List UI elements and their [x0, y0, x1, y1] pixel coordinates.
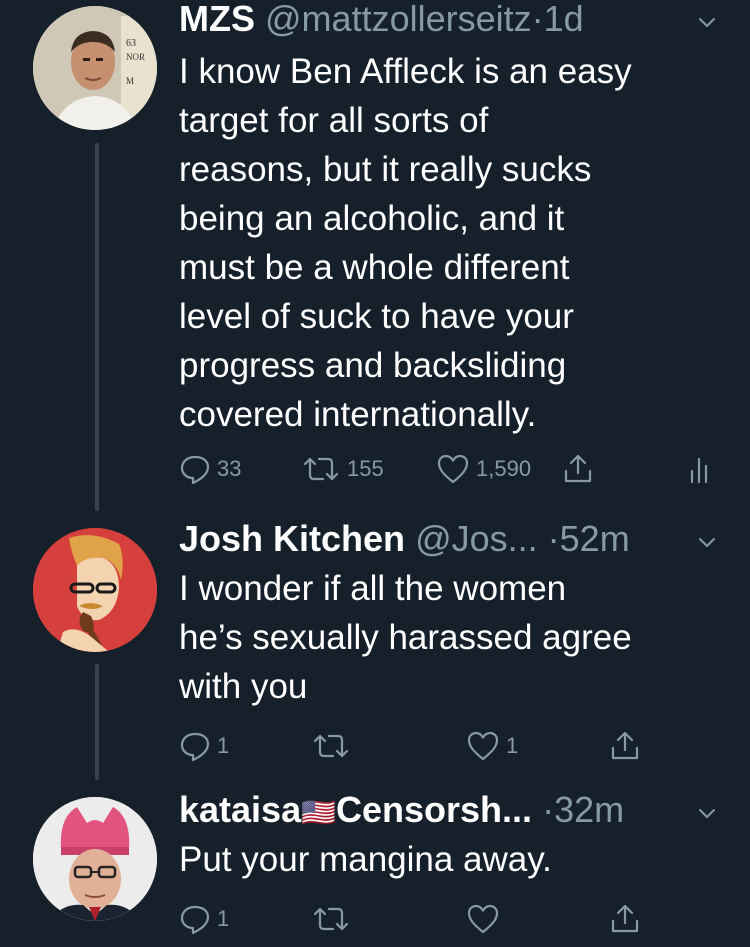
tweet-header: MZS @mattzollerseitz·1d — [179, 0, 584, 40]
avatar[interactable] — [33, 528, 157, 652]
share-icon — [564, 454, 592, 483]
tweet-header: Josh Kitchen @Jos... ·52m — [179, 518, 630, 560]
analytics-icon — [690, 457, 708, 484]
chevron-down-icon[interactable] — [697, 532, 717, 552]
reply-button[interactable]: 1 — [179, 730, 229, 762]
tweet-actions: 1 — [179, 903, 750, 943]
chevron-down-icon[interactable] — [697, 12, 717, 32]
retweet-button[interactable] — [311, 730, 357, 762]
share-button[interactable] — [562, 453, 594, 485]
like-icon — [467, 904, 499, 934]
tweet-actions: 1 1 — [179, 730, 750, 770]
share-button[interactable] — [609, 903, 641, 935]
avatar[interactable]: 63 NOR M — [33, 6, 157, 130]
display-name[interactable]: MZS — [179, 0, 255, 39]
tweet-text-line: with you — [179, 667, 308, 706]
reply-count: 1 — [217, 733, 230, 758]
tweet-text-line: I wonder if all the women — [179, 569, 567, 608]
us-flag-icon: 🇺🇸 — [301, 797, 336, 828]
tweet-actions: 33 155 1,590 — [179, 453, 750, 493]
display-name-suffix[interactable]: Censorsh... — [336, 789, 532, 830]
reply-count: 1 — [217, 906, 230, 931]
display-name[interactable]: kataisa — [179, 789, 301, 830]
reply-icon — [180, 732, 210, 762]
tweet-text-line: progress and backsliding — [179, 346, 567, 385]
separator-dot: · — [542, 789, 555, 830]
tweet-text: Put your mangina away. — [179, 835, 739, 884]
like-button[interactable]: 1 — [466, 730, 518, 762]
svg-text:63: 63 — [126, 38, 136, 49]
retweet-icon — [313, 734, 349, 758]
user-handle[interactable]: @mattzollerseitz — [265, 0, 532, 39]
retweet-count: 155 — [347, 456, 384, 481]
timestamp[interactable]: 1d — [544, 0, 584, 39]
reply-button[interactable]: 1 — [179, 903, 229, 935]
tweet-text: I wonder if all the women he’s sexually … — [179, 564, 739, 711]
tweet-text: I know Ben Affleck is an easy target for… — [179, 47, 739, 439]
reply-icon — [180, 455, 210, 485]
tweet-text-line: covered internationally. — [179, 395, 537, 434]
like-icon — [467, 731, 499, 761]
like-icon — [437, 454, 469, 484]
share-icon — [611, 904, 639, 933]
analytics-button[interactable] — [687, 453, 715, 485]
user-handle[interactable]: @Jos... — [415, 518, 538, 559]
tweet-text-line: level of suck to have your — [179, 297, 574, 336]
svg-text:M: M — [126, 76, 134, 86]
reply-count: 33 — [217, 456, 242, 481]
thread-line — [95, 664, 99, 780]
tweet-text-line: I know Ben Affleck is an easy — [179, 52, 632, 91]
like-button[interactable] — [466, 903, 500, 935]
display-name[interactable]: Josh Kitchen — [179, 518, 405, 559]
retweet-icon — [313, 907, 349, 931]
separator-dot: · — [547, 518, 560, 559]
chevron-down-icon[interactable] — [697, 803, 717, 823]
tweet-text-line: he’s sexually harassed agree — [179, 618, 632, 657]
like-count: 1 — [506, 733, 519, 758]
like-button[interactable]: 1,590 — [436, 453, 531, 485]
reply-icon — [180, 905, 210, 935]
share-button[interactable] — [609, 730, 641, 762]
avatar[interactable] — [33, 797, 157, 921]
tweet-text-line: Put your mangina away. — [179, 840, 552, 879]
tweet-text-line: must be a whole different — [179, 248, 570, 287]
like-count: 1,590 — [476, 456, 532, 481]
tweet-text-line: being an alcoholic, and it — [179, 199, 565, 238]
retweet-button[interactable] — [311, 903, 351, 935]
svg-text:NOR: NOR — [126, 52, 145, 62]
tweet-text-line: reasons, but it really sucks — [179, 150, 592, 189]
reply-button[interactable]: 33 — [179, 453, 241, 485]
tweet-header: kataisa🇺🇸Censorsh... ·32m — [179, 789, 624, 834]
retweet-button[interactable]: 155 — [301, 453, 384, 485]
timestamp[interactable]: 32m — [554, 789, 624, 830]
thread-line — [95, 143, 99, 511]
share-icon — [611, 731, 639, 760]
retweet-icon — [303, 457, 339, 481]
timestamp[interactable]: 52m — [560, 518, 630, 559]
tweet-text-line: target for all sorts of — [179, 101, 489, 140]
separator-dot: · — [531, 0, 544, 39]
